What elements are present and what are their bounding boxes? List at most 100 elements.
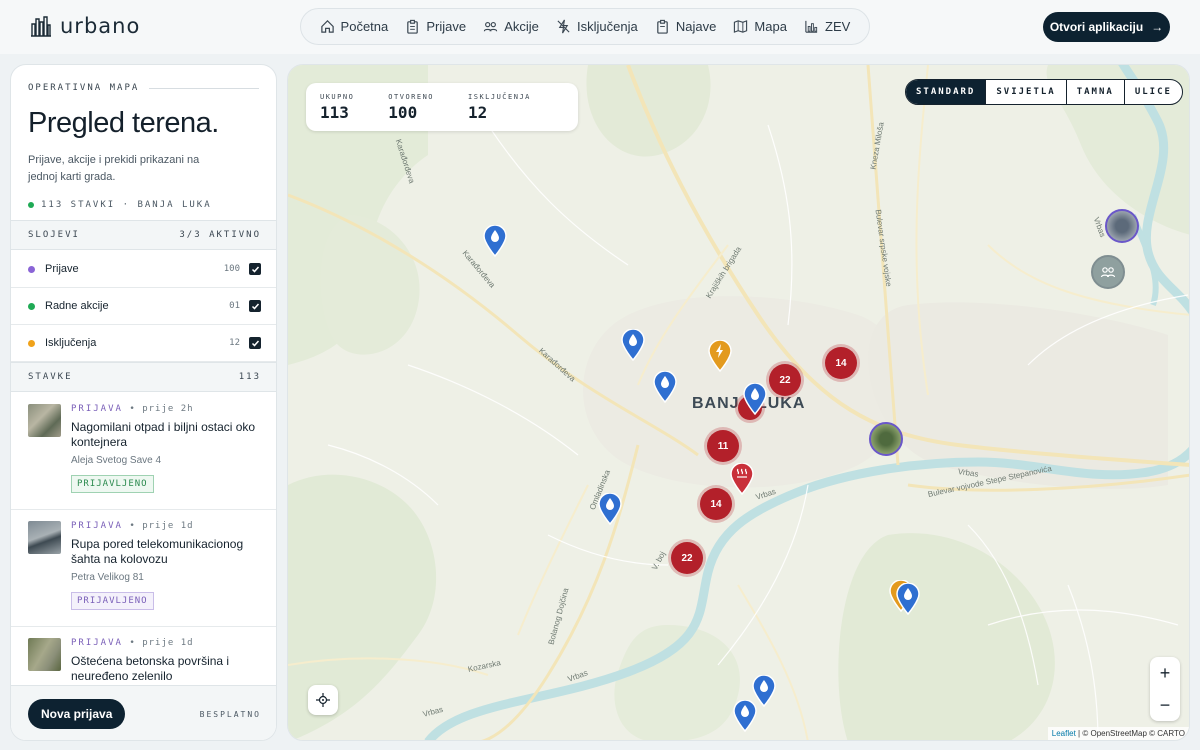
layer-color-dot	[28, 265, 35, 273]
photo-marker[interactable]	[869, 422, 903, 456]
status-dot	[28, 202, 34, 208]
layer-label: Isključenja	[45, 337, 97, 349]
stat-open: OTVORENO 100	[388, 93, 435, 122]
layer-count: 100	[223, 264, 240, 274]
stat-label: ISKLJUČENJA	[468, 93, 531, 101]
stat-value: 113	[320, 103, 349, 122]
water-report-pin[interactable]	[483, 225, 507, 257]
nav-label: ZEV	[825, 19, 851, 34]
layer-checkbox[interactable]	[249, 337, 261, 349]
top-header: urbano Početna Prijave Akcije Isključenj…	[0, 0, 1200, 54]
zoom-out-button[interactable]: −	[1150, 689, 1180, 721]
layer-toggle-iskljucenja[interactable]: Isključenja 12	[11, 325, 276, 362]
open-app-label: Otvori aplikaciju	[1049, 20, 1144, 34]
people-icon	[1100, 267, 1116, 278]
items-meta: 113 STAVKI · BANJA LUKA	[28, 200, 259, 210]
brand-logo[interactable]: urbano	[30, 14, 140, 38]
main-nav: Početna Prijave Akcije Isključenja Najav…	[300, 8, 870, 45]
marker-cluster[interactable]: 11	[707, 430, 739, 462]
list-item[interactable]: PRIJAVA • prije 2h Nagomilani otpad i bi…	[11, 393, 276, 510]
sidebar-footer: Nova prijava BESPLATNO	[11, 685, 276, 740]
zoom-control: + −	[1150, 657, 1180, 721]
marker-cluster[interactable]: 14	[700, 488, 732, 520]
item-title: Nagomilani otpad i biljni ostaci oko kon…	[71, 420, 256, 449]
map-canvas[interactable]: Karađorđeva Karađorđeva Karađorđeva Kraj…	[287, 64, 1190, 741]
item-meta: PRIJAVA • prije 1d	[71, 638, 261, 648]
water-report-pin[interactable]	[598, 493, 622, 525]
items-list[interactable]: PRIJAVA • prije 2h Nagomilani otpad i bi…	[11, 393, 276, 685]
new-report-button[interactable]: Nova prijava	[28, 699, 126, 729]
item-type: PRIJAVA	[71, 521, 123, 531]
layer-color-dot	[28, 339, 35, 347]
water-report-pin[interactable]	[653, 371, 677, 403]
item-address: Aleja Svetog Save 4	[71, 455, 162, 466]
layer-label: Prijave	[45, 263, 79, 275]
stat-value: 12	[468, 103, 488, 122]
style-streets-button[interactable]: ULICE	[1125, 80, 1182, 104]
check-icon	[251, 340, 259, 347]
nav-item-pocetna[interactable]: Početna	[320, 19, 388, 34]
layer-toggle-radne-akcije[interactable]: Radne akcije 01	[11, 288, 276, 325]
item-address: Petra Velikog 81	[71, 572, 144, 583]
locate-me-button[interactable]	[308, 685, 338, 715]
crosshair-icon	[316, 693, 330, 707]
layer-checkbox[interactable]	[249, 300, 261, 312]
items-count: 113	[238, 372, 261, 382]
water-report-pin[interactable]	[896, 583, 920, 615]
list-item[interactable]: PRIJAVA • prije 1d Oštećena betonska pov…	[11, 627, 276, 685]
style-dark-button[interactable]: TAMNA	[1067, 80, 1125, 104]
item-type: PRIJAVA	[71, 404, 123, 414]
sidebar-panel: OPERATIVNA MAPA Pregled terena. Prijave,…	[10, 64, 277, 741]
photo-marker[interactable]	[1105, 209, 1139, 243]
layer-checkbox[interactable]	[249, 263, 261, 275]
stat-total: UKUPNO 113	[320, 93, 354, 122]
clipboard-icon	[657, 19, 668, 34]
work-action-marker[interactable]	[1091, 255, 1125, 289]
nav-item-akcije[interactable]: Akcije	[483, 19, 539, 34]
heating-outage-pin[interactable]	[730, 463, 754, 495]
water-report-pin[interactable]	[733, 700, 757, 732]
stat-outages: ISKLJUČENJA 12	[468, 93, 531, 122]
nav-item-iskljucenja[interactable]: Isključenja	[556, 19, 638, 34]
map-attribution: Leaflet | © OpenStreetMap © CARTO	[1047, 727, 1189, 740]
water-report-pin[interactable]	[621, 329, 645, 361]
zoom-in-button[interactable]: +	[1150, 657, 1180, 689]
marker-cluster[interactable]: 14	[825, 347, 857, 379]
marker-cluster[interactable]: 22	[671, 542, 703, 574]
items-header: STAVKE 113	[11, 362, 276, 392]
item-thumbnail	[28, 638, 61, 671]
style-standard-button[interactable]: STANDARD	[906, 80, 987, 104]
nav-item-mapa[interactable]: Mapa	[733, 19, 787, 34]
clipboard-icon	[407, 19, 419, 34]
layer-toggle-prijave[interactable]: Prijave 100	[11, 251, 276, 288]
stats-card: UKUPNO 113 OTVORENO 100 ISKLJUČENJA 12	[306, 83, 578, 131]
nav-item-zev[interactable]: ZEV	[804, 19, 850, 34]
nav-label: Mapa	[754, 19, 787, 34]
check-icon	[251, 266, 259, 273]
style-light-button[interactable]: SVIJETLA	[986, 80, 1067, 104]
page-description: Prijave, akcije i prekidi prikazani na j…	[28, 154, 200, 183]
layers-active-count: 3/3 AKTIVNO	[179, 230, 261, 240]
leaflet-link[interactable]: Leaflet	[1052, 729, 1076, 738]
nav-item-prijave[interactable]: Prijave	[405, 19, 466, 34]
items-label: STAVKE	[28, 372, 73, 382]
water-report-pin[interactable]	[743, 383, 767, 415]
map-style-switcher: STANDARD SVIJETLA TAMNA ULICE	[905, 79, 1183, 105]
layers-label: SLOJEVI	[28, 230, 80, 240]
item-time: • prije 2h	[129, 404, 194, 414]
nav-label: Akcije	[504, 19, 539, 34]
open-app-button[interactable]: Otvori aplikaciju →	[1043, 12, 1170, 42]
nav-item-najave[interactable]: Najave	[655, 19, 716, 34]
layer-color-dot	[28, 302, 35, 310]
electricity-outage-pin[interactable]	[708, 340, 732, 372]
stat-label: OTVORENO	[388, 93, 435, 101]
nav-label: Najave	[675, 19, 717, 34]
item-meta: PRIJAVA • prije 1d	[71, 521, 261, 531]
list-item[interactable]: PRIJAVA • prije 1d Rupa pored telekomuni…	[11, 510, 276, 627]
nav-label: Isključenja	[577, 19, 638, 34]
item-thumbnail	[28, 521, 61, 554]
layer-label: Radne akcije	[45, 300, 109, 312]
map-icon	[734, 20, 748, 33]
chart-icon	[805, 20, 818, 33]
marker-cluster[interactable]: 22	[769, 364, 801, 396]
